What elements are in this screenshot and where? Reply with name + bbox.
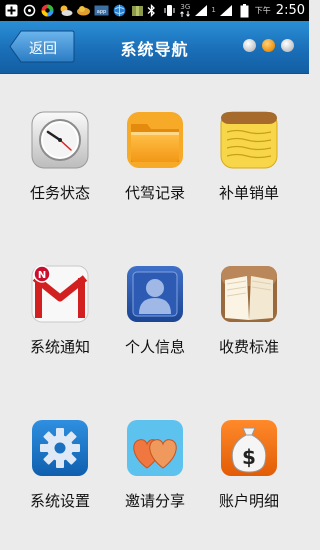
- tile-personal-info[interactable]: 个人信息: [104, 264, 204, 374]
- svg-text:app: app: [97, 9, 106, 15]
- mail-icon: N: [30, 264, 90, 324]
- page-dot-1: [243, 39, 256, 52]
- page-dot-3: [281, 39, 294, 52]
- tile-fee-standard[interactable]: 收费标准: [198, 264, 298, 374]
- weather-icon: [58, 4, 73, 17]
- status-bar: app 3G 1 下午 2:50: [0, 0, 309, 21]
- tile-system-settings[interactable]: 系统设置: [9, 418, 109, 528]
- target-icon: [22, 4, 37, 17]
- user-icon: [125, 264, 185, 324]
- notification-icons: app: [4, 3, 145, 18]
- data-arrows-icon: [180, 11, 191, 17]
- page-dot-2-active: [262, 39, 275, 52]
- svg-text:$: $: [242, 445, 256, 469]
- clock-time: 2:50: [275, 3, 305, 18]
- tile-system-notice[interactable]: N 系统通知: [9, 264, 109, 374]
- clock-icon: [30, 110, 90, 170]
- tile-label: 系统设置: [29, 492, 90, 510]
- add-icon: [4, 4, 19, 17]
- signal-2-icon: [219, 4, 234, 17]
- tile-label: 账户明细: [218, 492, 279, 510]
- vibrate-icon: [162, 4, 177, 17]
- signal-tag: 1: [211, 6, 216, 14]
- color-wheel-icon: [40, 4, 55, 17]
- tile-order-supplement[interactable]: 补单销单: [198, 110, 298, 220]
- tile-label: 任务状态: [29, 184, 90, 202]
- tile-label: 收费标准: [218, 338, 279, 356]
- tile-label: 系统通知: [29, 338, 90, 356]
- globe-icon: [112, 4, 127, 17]
- book-icon: [219, 264, 279, 324]
- tile-label: 邀请分享: [124, 492, 185, 510]
- svg-text:N: N: [38, 270, 46, 281]
- tile-label: 补单销单: [218, 184, 279, 202]
- tile-driving-records[interactable]: 代驾记录: [104, 110, 204, 220]
- system-indicators: 3G 1 下午 2:50: [144, 2, 305, 19]
- hearts-icon: [125, 418, 185, 478]
- tile-invite-share[interactable]: 邀请分享: [104, 418, 204, 528]
- signal-icon: [193, 4, 208, 17]
- tile-label: 个人信息: [124, 338, 185, 356]
- store-icon: app: [94, 4, 109, 17]
- network-type: 3G: [180, 3, 191, 11]
- tile-label: 代驾记录: [124, 184, 185, 202]
- page-indicator: [243, 39, 294, 52]
- time-period: 下午: [254, 6, 271, 15]
- battery-icon: [237, 3, 252, 17]
- tile-task-status[interactable]: 任务状态: [9, 110, 109, 220]
- bluetooth-icon: [144, 4, 159, 17]
- mobile-network-indicator: 3G: [180, 4, 190, 17]
- cloud-sync-icon: [76, 4, 91, 17]
- gear-icon: [30, 418, 90, 478]
- tile-account-details[interactable]: $ 账户明细: [198, 418, 298, 528]
- notepad-icon: [219, 110, 279, 170]
- package-icon: [130, 4, 145, 17]
- money-bag-icon: $: [219, 418, 279, 478]
- title-bar: 返回 系统导航: [0, 21, 309, 74]
- folder-icon: [125, 110, 185, 170]
